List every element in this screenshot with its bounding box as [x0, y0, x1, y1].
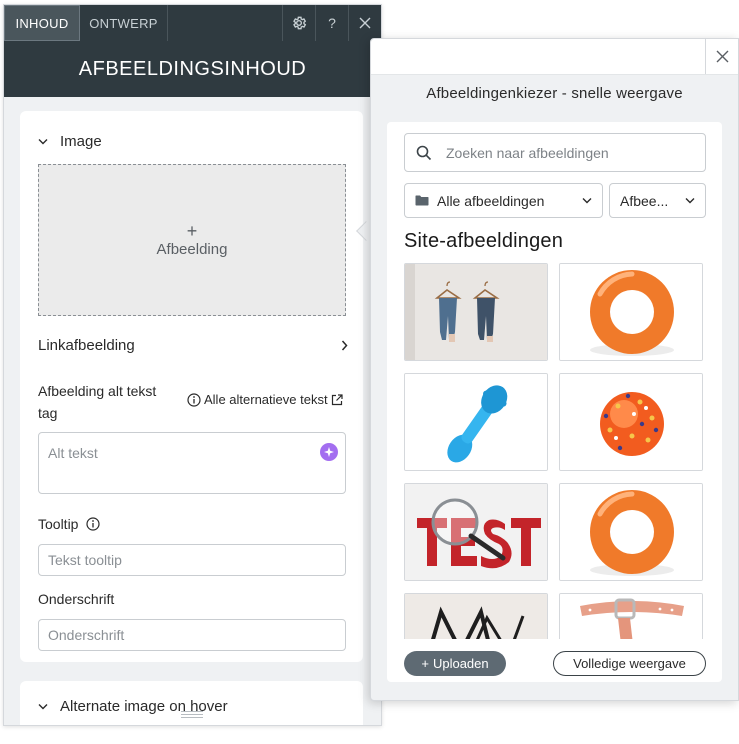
ai-generate-button[interactable]	[320, 443, 338, 461]
external-link-icon	[331, 393, 343, 405]
panel-tabbar: INHOUD ONTWERP ?	[4, 5, 381, 41]
gear-icon	[293, 16, 307, 30]
plus-icon: +	[421, 656, 429, 671]
media-type-select[interactable]: Afbee...	[609, 183, 706, 218]
orange-ring-image	[560, 264, 702, 360]
close-icon	[716, 50, 728, 63]
question-icon: ?	[328, 15, 336, 31]
resize-handle[interactable]	[181, 711, 203, 719]
image-grid	[404, 263, 706, 639]
search-icon	[416, 145, 432, 160]
page: INHOUD ONTWERP ? AFBEELDINGSINHOUD Image…	[0, 0, 739, 744]
image-search-input[interactable]: Zoeken naar afbeeldingen	[404, 133, 706, 172]
all-alt-text-link[interactable]: Alle alternatieve tekst	[187, 392, 343, 407]
image-thumb-test[interactable]	[404, 483, 548, 581]
all-alt-text-label: Alle alternatieve tekst	[204, 392, 328, 407]
alt-text-input[interactable]: Alt tekst	[38, 432, 346, 494]
help-button[interactable]: ?	[315, 5, 348, 41]
settings-button[interactable]	[282, 5, 315, 41]
image-section-header[interactable]: Image	[38, 133, 102, 150]
alt-text-label: Afbeelding alt tekst tag	[38, 383, 157, 421]
image-thumb-collar[interactable]	[559, 593, 703, 639]
chevron-down-icon	[685, 198, 695, 204]
link-image-label: Linkafbeelding	[38, 337, 135, 354]
image-drop-zone[interactable]: + Afbeelding	[38, 164, 346, 316]
image-settings-panel: INHOUD ONTWERP ? AFBEELDINGSINHOUD Image…	[3, 4, 382, 726]
info-icon	[187, 392, 201, 407]
image-section-card: Image + Afbeelding Linkafbeelding Afbeel…	[20, 111, 363, 662]
tab-content[interactable]: INHOUD	[4, 5, 80, 41]
image-thumb-spiky-ball[interactable]	[559, 373, 703, 471]
chevron-down-icon	[38, 704, 48, 710]
jeans-image	[405, 264, 547, 360]
image-thumb-orange-ring[interactable]	[559, 263, 703, 361]
tooltip-label-row: Tooltip	[38, 516, 101, 532]
chevron-down-icon	[582, 198, 592, 204]
tab-design[interactable]: ONTWERP	[80, 5, 168, 41]
caption-input[interactable]: Onderschrift	[38, 619, 346, 651]
test-image	[405, 484, 547, 580]
sparkle-icon	[324, 447, 334, 457]
alt-text-placeholder: Alt tekst	[48, 445, 98, 461]
panel-title: AFBEELDINGSINHOUD	[4, 41, 381, 97]
chevron-down-icon	[38, 139, 48, 145]
caption-label: Onderschrift	[38, 591, 115, 607]
collar-image	[560, 594, 702, 639]
upload-button[interactable]: + Uploaden	[404, 651, 506, 676]
tooltip-placeholder: Tekst tooltip	[48, 552, 122, 568]
folder-select[interactable]: Alle afbeeldingen	[404, 183, 603, 218]
upload-label: Uploaden	[432, 656, 489, 671]
tooltip-label: Tooltip	[38, 516, 79, 532]
image-thumb-orange-ring-2[interactable]	[559, 483, 703, 581]
picker-close-button[interactable]	[705, 39, 738, 74]
close-icon	[359, 17, 371, 29]
orange-ring-image	[560, 484, 702, 580]
image-picker-panel: Afbeeldingenkiezer - snelle weergave Zoe…	[370, 38, 739, 701]
media-type-value: Afbee...	[620, 192, 669, 209]
plus-icon: +	[186, 220, 198, 241]
info-icon[interactable]	[86, 517, 101, 531]
image-thumb-jeans[interactable]	[404, 263, 548, 361]
chevron-right-icon	[341, 340, 348, 351]
spiky-ball-image	[560, 374, 702, 470]
hover-image-section-card: Alternate image on hover	[20, 681, 363, 725]
caption-placeholder: Onderschrift	[48, 627, 125, 643]
picker-title: Afbeeldingenkiezer - snelle weergave	[426, 85, 683, 102]
folder-select-value: Alle afbeeldingen	[437, 192, 545, 209]
monogram-image	[405, 594, 547, 639]
full-view-label: Volledige weergave	[573, 656, 686, 671]
picker-topbar	[371, 39, 738, 75]
picker-body: Zoeken naar afbeeldingen Alle afbeelding…	[387, 122, 722, 682]
tooltip-input[interactable]: Tekst tooltip	[38, 544, 346, 576]
drop-zone-label: Afbeelding	[156, 240, 228, 258]
search-placeholder: Zoeken naar afbeeldingen	[446, 144, 609, 161]
image-section-label: Image	[60, 133, 102, 150]
link-image-row[interactable]: Linkafbeelding	[38, 337, 348, 354]
close-panel-button[interactable]	[348, 5, 381, 41]
blue-toy-image	[405, 374, 547, 470]
folder-icon	[415, 195, 429, 206]
image-thumb-monogram[interactable]	[404, 593, 548, 639]
image-thumb-blue-toy[interactable]	[404, 373, 548, 471]
full-view-button[interactable]: Volledige weergave	[553, 651, 706, 676]
site-images-title: Site-afbeeldingen	[404, 230, 564, 252]
